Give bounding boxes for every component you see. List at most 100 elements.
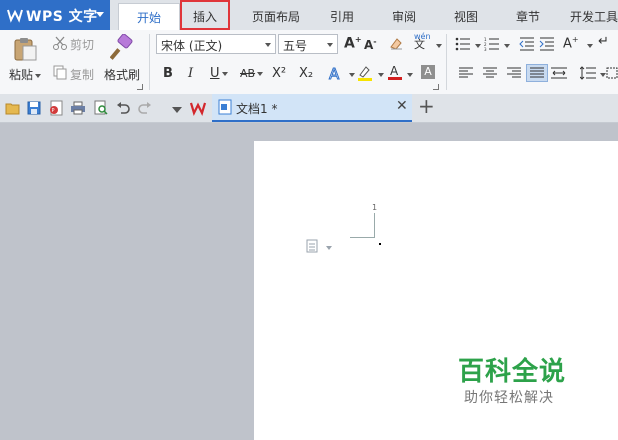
tab-chapter[interactable]: 章节 (516, 8, 540, 25)
paragraph-handle-caret-icon (326, 246, 332, 250)
svg-text:P: P (52, 108, 55, 114)
text-cursor (379, 243, 381, 245)
highlight-caret-icon (378, 73, 384, 77)
distributed-align-icon[interactable] (551, 67, 567, 79)
subscript-button[interactable]: X₂ (299, 66, 313, 81)
wps-logo-icon (7, 9, 23, 23)
character-shading-icon[interactable]: A (421, 65, 435, 79)
redo-icon[interactable] (138, 101, 152, 115)
menu-tab-bar: WPS 文字 开始 插入 页面布局 引用 审阅 视图 章节 开发工具 (0, 0, 618, 30)
app-menu-caret-icon (96, 12, 104, 17)
close-tab-icon[interactable]: ✕ (396, 98, 408, 114)
app-title: WPS 文字 (26, 9, 98, 25)
font-size-caret-icon (327, 43, 333, 47)
print-preview-icon[interactable] (93, 100, 109, 116)
strikethrough-caret-icon (257, 72, 264, 76)
numbered-list-icon[interactable]: 123 (484, 37, 500, 51)
export-pdf-icon[interactable]: P (48, 100, 64, 116)
justify-icon (530, 67, 544, 78)
line-spacing-icon[interactable] (580, 66, 596, 80)
tab-developer-tools[interactable]: 开发工具 (570, 8, 618, 25)
show-hide-marks-icon[interactable]: ↵ (598, 34, 609, 49)
ribbon-toolbar: 粘贴 剪切 复制 格式刷 宋体 (正文) 五号 A+ A- wén 文 B I U… (0, 30, 618, 95)
strikethrough-button[interactable]: AB (240, 67, 264, 80)
app-menu-button[interactable]: WPS 文字 (0, 0, 110, 30)
document-tab[interactable]: 文档1 * ✕ (212, 94, 412, 122)
paste-caret-icon (35, 73, 42, 78)
watermark-title: 百科全说 (458, 357, 567, 387)
font-size-value: 五号 (283, 39, 308, 53)
align-center-icon[interactable] (483, 67, 497, 79)
underline-button[interactable]: U (210, 66, 228, 81)
paste-icon[interactable] (12, 36, 38, 62)
margin-corner-mark (350, 213, 375, 238)
font-name-value: 宋体 (正文) (161, 39, 223, 53)
quick-access-toolbar: P 文档1 * ✕ + (0, 94, 618, 123)
highlight-color-icon[interactable] (356, 64, 374, 82)
format-painter-icon[interactable] (110, 34, 134, 62)
clear-format-icon[interactable] (388, 35, 404, 51)
paste-button[interactable]: 粘贴 (9, 66, 42, 83)
tab-insert[interactable]: 插入 (180, 0, 230, 30)
font-size-select[interactable]: 五号 (278, 34, 338, 54)
format-painter-button[interactable]: 格式刷 (104, 66, 140, 83)
copy-button[interactable]: 复制 (70, 66, 94, 83)
paragraph-handle-icon[interactable] (306, 239, 320, 253)
increase-indent-icon[interactable] (539, 37, 555, 51)
decrease-indent-icon[interactable] (519, 37, 535, 51)
underline-label: U (210, 66, 220, 81)
superscript-button[interactable]: X² (272, 66, 286, 81)
new-tab-icon[interactable]: + (418, 94, 435, 118)
text-effect-icon[interactable]: A (327, 64, 345, 83)
shrink-font-icon[interactable]: A- (364, 37, 377, 52)
svg-text:3: 3 (484, 47, 487, 51)
tab-view[interactable]: 视图 (454, 8, 478, 25)
grow-font-icon[interactable]: A+ (344, 35, 362, 52)
phonetic-caret-icon (436, 44, 442, 48)
ribbon-separator (149, 34, 150, 90)
bullet-list-icon[interactable] (455, 37, 471, 51)
tab-review[interactable]: 审阅 (392, 8, 416, 25)
align-left-icon[interactable] (459, 67, 473, 79)
document-tab-title: 文档1 * (236, 102, 278, 116)
save-icon[interactable] (27, 101, 41, 115)
phonetic-guide-icon[interactable]: wén 文 (414, 33, 431, 51)
numbered-caret-icon (504, 44, 510, 48)
font-color-caret-icon (407, 73, 413, 77)
document-page[interactable]: 1 百科全说 助你轻松解决 (254, 141, 618, 440)
font-color-icon[interactable]: A (386, 63, 404, 81)
align-right-icon[interactable] (507, 67, 521, 79)
paragraph-border-icon[interactable] (606, 67, 618, 79)
copy-icon (53, 65, 67, 80)
bold-button[interactable]: B (163, 66, 173, 81)
font-name-select[interactable]: 宋体 (正文) (156, 34, 276, 54)
page-number: 1 (372, 203, 378, 212)
cut-button[interactable]: 剪切 (70, 36, 94, 53)
clipboard-dialog-launcher-icon[interactable] (137, 84, 143, 90)
scissors-icon (53, 36, 67, 50)
ribbon-separator (446, 34, 447, 90)
undo-icon[interactable] (116, 101, 130, 115)
text-effect-caret-icon (349, 73, 355, 77)
font-name-caret-icon (265, 43, 271, 47)
font-dialog-launcher-icon[interactable] (433, 84, 439, 90)
tab-references[interactable]: 引用 (330, 8, 354, 25)
wps-home-icon[interactable] (190, 100, 206, 116)
character-format-caret-icon (587, 44, 593, 48)
character-format-icon[interactable]: A+ (563, 35, 579, 51)
underline-caret-icon (221, 71, 228, 76)
svg-text:A: A (329, 65, 340, 82)
italic-button[interactable]: I (188, 66, 193, 81)
strikethrough-label: AB (240, 67, 256, 80)
print-icon[interactable] (70, 101, 86, 115)
paste-label: 粘贴 (9, 68, 34, 82)
document-icon (218, 99, 232, 115)
bullet-caret-icon (475, 44, 481, 48)
justify-button[interactable] (526, 64, 548, 82)
customize-toolbar-caret-icon[interactable] (172, 107, 182, 113)
open-folder-icon[interactable] (5, 101, 21, 115)
tab-page-layout[interactable]: 页面布局 (252, 8, 300, 25)
tab-home[interactable]: 开始 (118, 3, 180, 30)
svg-text:A: A (390, 64, 399, 78)
watermark-subtitle: 助你轻松解决 (464, 390, 554, 406)
